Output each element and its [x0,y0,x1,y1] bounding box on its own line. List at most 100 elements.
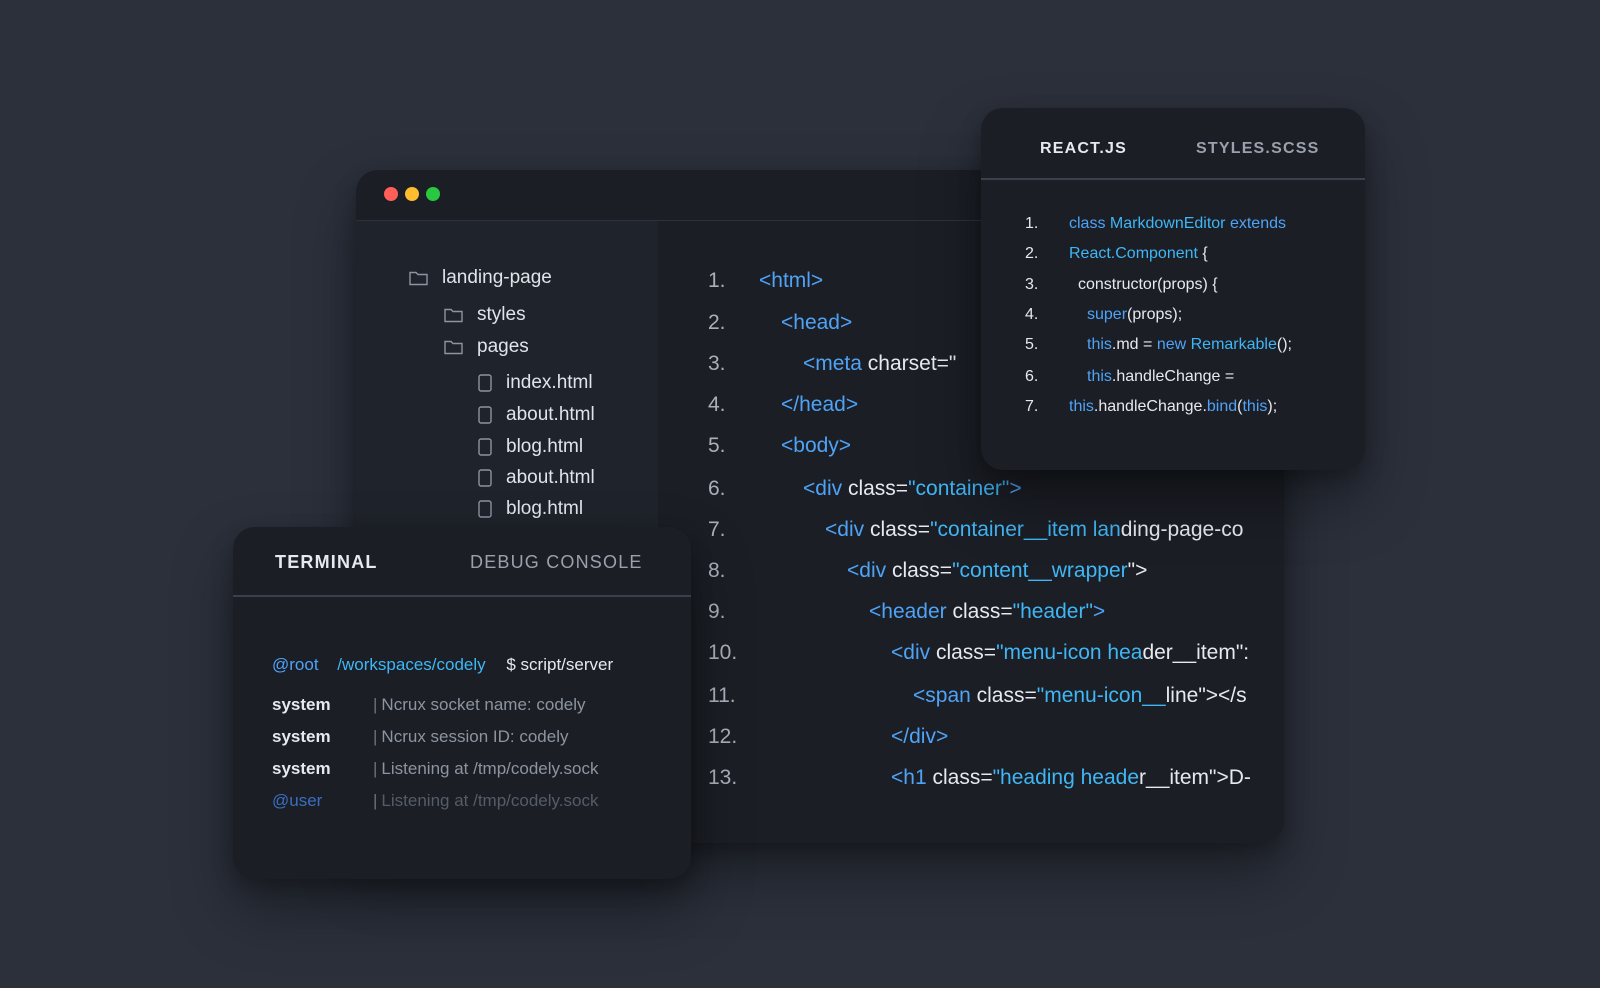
line-number: 4. [1025,306,1039,323]
tree-folder[interactable]: pages [444,336,529,358]
code-token: class= [891,559,953,582]
tree-item-label: blog.html [506,436,584,457]
code-token: .md = [1111,336,1157,353]
code-token: super [1087,306,1128,323]
code-token: der__item": [1142,641,1250,664]
file-icon [478,500,506,518]
react-code-line: 6. this.handleChange = [981,364,1365,390]
separator-bar: | [373,695,378,714]
code-token: "menu-icon hea [996,641,1143,664]
code-token: bind [1206,398,1238,415]
line-number: 12. [708,725,738,748]
code-text: <div class="menu-icon header__item": [891,638,1249,668]
code-token: <meta [803,352,868,375]
code-token: <head> [781,311,853,334]
line-number: 5. [1025,336,1039,353]
line-number: 13. [708,766,738,789]
tree-item-label: about.html [506,404,595,425]
code-token: "container" [908,477,1010,500]
code-text: </div> [891,722,948,752]
code-token: "header" [1012,600,1093,623]
code-line: 9. <header class="header"> [658,597,1284,627]
terminal-prompt: @root /workspaces/codely $ script/server [272,655,613,675]
tree-item-label: pages [477,336,529,357]
tree-file[interactable]: blog.html [478,498,583,520]
file-icon [478,438,506,456]
file-icon [478,406,506,424]
tree-file[interactable]: index.html [478,372,593,394]
line-number: 6. [708,477,726,500]
close-window-button[interactable] [384,187,398,201]
prompt-command: $ script/server [506,655,614,674]
code-token: "> [1127,559,1148,582]
line-number: 2. [1025,245,1039,262]
line-number: 2. [708,311,726,334]
code-text: <h1 class="heading header__item">D- [891,763,1251,793]
code-line: 11. <span class="menu-icon__line"></s [658,681,1284,711]
react-code-line: 7. this.handleChange.bind(this); [981,394,1365,420]
code-line: 7. <div class="container__item landing-pa… [658,515,1284,545]
code-token: "heading heade [992,766,1140,789]
react-code-line: 2. React.Component { [981,241,1365,267]
code-text: <head> [781,308,852,338]
code-token: Remarkable [1190,336,1277,353]
folder-icon [444,307,477,323]
code-line: 6. <div class="container"> [658,474,1284,504]
code-text: </head> [781,390,858,420]
prompt-path: /workspaces/codely [337,655,486,674]
tree-file[interactable]: about.html [478,404,595,426]
tree-file[interactable]: about.html [478,467,595,489]
terminal-source: system [272,727,331,746]
react-code-line: 4. super(props); [981,302,1365,328]
code-line: 10. <div class="menu-icon header__item": [658,638,1284,668]
code-text: super(props); [1087,302,1182,328]
code-token: </head> [781,393,859,416]
code-token: </div> [891,725,949,748]
tab-debug-console[interactable]: DEBUG CONSOLE [470,552,643,573]
code-token: <html> [759,269,824,292]
prompt-user: @root [272,655,319,674]
line-number: 9. [708,600,726,623]
code-text: React.Component { [1069,241,1208,267]
code-token: <header [869,600,953,623]
line-number: 3. [1025,276,1039,293]
code-token: charset=" [867,352,957,375]
react-code-line: 5. this.md = new Remarkable(); [981,332,1365,358]
code-line: 13. <h1 class="heading header__item">D- [658,763,1284,793]
tree-file[interactable]: blog.html [478,436,583,458]
code-line: 8. <div class="content__wrapper"> [658,556,1284,586]
tree-folder[interactable]: landing-page [409,267,552,289]
terminal-message-text: Ncrux socket name: codely [381,695,586,714]
line-number: 7. [708,518,726,541]
react-code-line: 3. constructor(props) { [981,272,1365,298]
code-token: class= [847,477,909,500]
code-text: <body> [781,431,851,461]
tree-item-label: about.html [506,467,595,488]
code-token: .handleChange = [1111,368,1235,385]
tab-terminal[interactable]: TERMINAL [275,552,378,573]
code-text: <div class="container__item landing-page… [825,515,1243,545]
code-text: class MarkdownEditor extends [1069,211,1286,237]
terminal-message-text: Ncrux session ID: codely [381,727,569,746]
file-icon [478,374,506,392]
minimize-window-button[interactable] [405,187,419,201]
code-token: React.Component [1069,245,1203,262]
code-token: "menu-icon__ [1036,684,1166,707]
tab-react-js[interactable]: REACT.JS [1040,140,1127,158]
line-number: 5. [708,434,726,457]
tree-item-label: styles [477,304,526,325]
react-code-line: 1. class MarkdownEditor extends [981,211,1365,237]
tree-folder[interactable]: styles [444,304,526,326]
code-token: <body> [781,434,852,457]
line-number: 3. [708,352,726,375]
line-number: 1. [708,269,726,292]
code-token: this [1087,336,1112,353]
maximize-window-button[interactable] [426,187,440,201]
line-number: 8. [708,559,726,582]
code-token: > [1009,477,1022,500]
tab-styles-scss[interactable]: STYLES.SCSS [1196,140,1319,158]
folder-icon [409,270,442,286]
line-number: 11. [708,684,736,707]
separator-bar: | [373,759,378,778]
terminal-message-text: Listening at /tmp/codely.sock [381,759,599,778]
